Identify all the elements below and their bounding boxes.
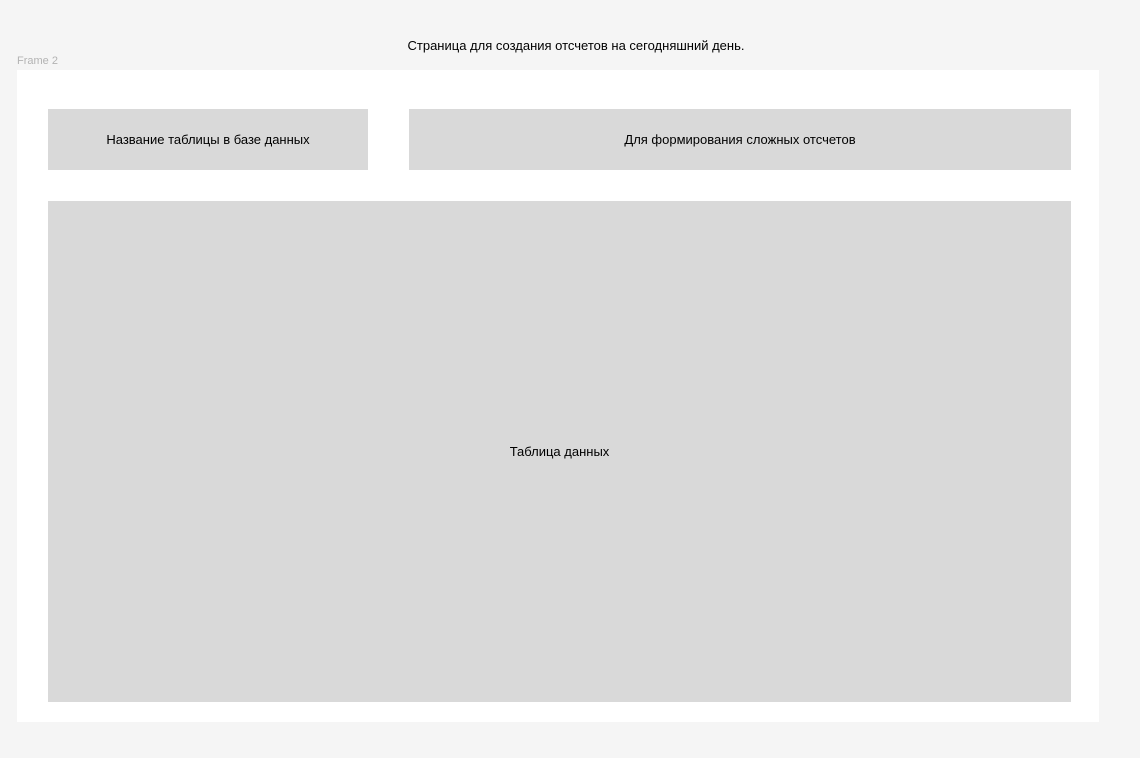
table-name-block-label: Название таблицы в базе данных (106, 132, 310, 147)
data-table-block-label: Таблица данных (509, 444, 610, 459)
canvas: { "page": { "caption": "Страница для соз… (0, 0, 1140, 758)
frame-2[interactable]: Название таблицы в базе данных Для форми… (17, 70, 1099, 722)
page-caption: Страница для создания отсчетов на сегодн… (407, 38, 745, 53)
data-table-block[interactable]: Таблица данных (48, 201, 1071, 702)
complex-reports-block[interactable]: Для формирования сложных отсчетов (409, 109, 1071, 170)
complex-reports-block-label: Для формирования сложных отсчетов (624, 132, 856, 147)
frame-label[interactable]: Frame 2 (17, 55, 58, 68)
table-name-block[interactable]: Название таблицы в базе данных (48, 109, 368, 170)
